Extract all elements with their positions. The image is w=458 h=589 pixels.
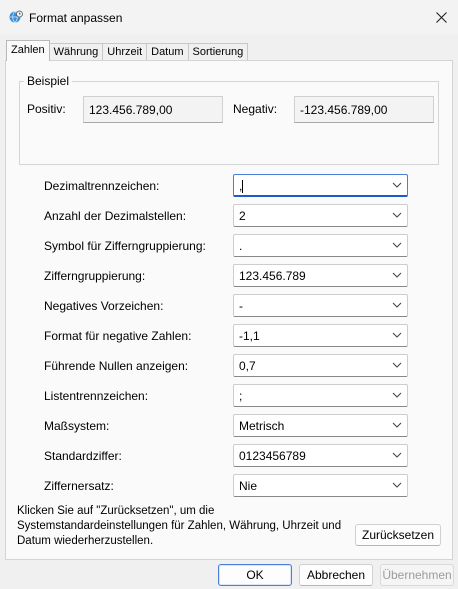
- grouping-symbol-label: Symbol für Zifferngruppierung:: [44, 239, 206, 253]
- globe-clock-icon: [9, 10, 23, 23]
- negative-format-label: Format für negative Zahlen:: [44, 329, 192, 343]
- ok-button[interactable]: OK: [218, 564, 292, 586]
- window-title: Format anpassen: [29, 11, 123, 25]
- chevron-down-icon: [392, 362, 402, 368]
- decimal-separator-combo[interactable]: ,: [233, 174, 408, 197]
- leading-zeros-label: Führende Nullen anzeigen:: [44, 359, 189, 373]
- leading-zeros-combo[interactable]: 0,7: [233, 354, 408, 377]
- tab-zahlen[interactable]: Zahlen: [6, 40, 50, 61]
- list-separator-combo[interactable]: ;: [233, 384, 408, 407]
- negative-format-combo[interactable]: -1,1: [233, 324, 408, 347]
- example-legend: Beispiel: [24, 74, 73, 88]
- chevron-down-icon: [392, 182, 402, 188]
- grouping-symbol-combo[interactable]: .: [233, 234, 408, 257]
- standard-digits-combo[interactable]: 0123456789: [233, 444, 408, 467]
- example-groupbox: Beispiel Positiv: 123.456.789,00 Negativ…: [19, 74, 439, 165]
- digit-substitution-combo[interactable]: Nie: [233, 474, 408, 497]
- negative-label: Negativ:: [233, 102, 278, 116]
- chevron-down-icon: [392, 482, 402, 488]
- close-icon: [435, 11, 447, 23]
- decimal-separator-label: Dezimaltrennzeichen:: [44, 179, 160, 193]
- negative-example-field: -123.456.789,00: [294, 96, 434, 123]
- positive-example-field: 123.456.789,00: [83, 96, 223, 123]
- digit-substitution-label: Ziffernersatz:: [44, 479, 114, 493]
- chevron-down-icon: [392, 392, 402, 398]
- positive-label: Positiv:: [27, 102, 66, 116]
- negative-sign-label: Negatives Vorzeichen:: [44, 299, 164, 313]
- negative-sign-combo[interactable]: -: [233, 294, 408, 317]
- tab-panel-zahlen: Beispiel Positiv: 123.456.789,00 Negativ…: [5, 60, 453, 560]
- measurement-system-label: Maßsystem:: [44, 419, 110, 433]
- digit-grouping-combo[interactable]: 123.456.789: [233, 264, 408, 287]
- chevron-down-icon: [392, 422, 402, 428]
- tab-strip: Zahlen Währung Uhrzeit Datum Sortierung: [6, 40, 249, 61]
- measurement-system-combo[interactable]: Metrisch: [233, 414, 408, 437]
- chevron-down-icon: [392, 332, 402, 338]
- tab-datum[interactable]: Datum: [146, 43, 189, 61]
- tab-sortierung[interactable]: Sortierung: [187, 43, 249, 61]
- chevron-down-icon: [392, 302, 402, 308]
- standard-digits-label: Standardziffer:: [44, 449, 122, 463]
- tab-waehrung[interactable]: Währung: [48, 43, 104, 61]
- tab-uhrzeit[interactable]: Uhrzeit: [102, 43, 148, 61]
- chevron-down-icon: [392, 272, 402, 278]
- chevron-down-icon: [392, 212, 402, 218]
- close-button[interactable]: [424, 0, 458, 34]
- reset-info-text: Klicken Sie auf "Zurücksetzen", um die S…: [17, 505, 342, 547]
- reset-button[interactable]: Zurücksetzen: [355, 524, 441, 546]
- title-bar: Format anpassen: [0, 0, 458, 34]
- cancel-button[interactable]: Abbrechen: [299, 564, 373, 586]
- decimal-places-label: Anzahl der Dezimalstellen:: [44, 209, 187, 223]
- list-separator-label: Listentrennzeichen:: [44, 389, 149, 403]
- apply-button[interactable]: Übernehmen: [380, 564, 454, 586]
- digit-grouping-label: Zifferngruppierung:: [44, 269, 146, 283]
- chevron-down-icon: [392, 242, 402, 248]
- chevron-down-icon: [392, 452, 402, 458]
- decimal-places-combo[interactable]: 2: [233, 204, 408, 227]
- text-cursor: [242, 180, 244, 194]
